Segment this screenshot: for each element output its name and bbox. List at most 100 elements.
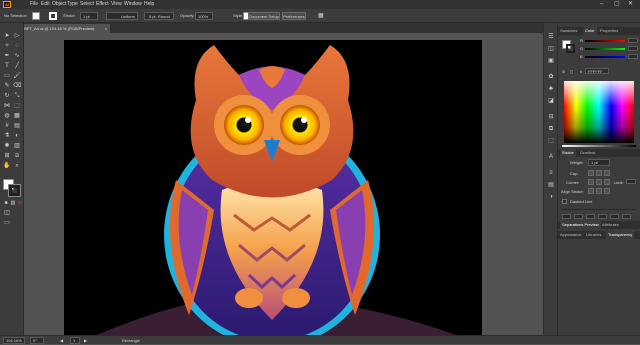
rectangle-tool-icon[interactable]: ▭ — [3, 72, 11, 80]
brush-definition[interactable]: 5 pt. Round — [144, 12, 174, 20]
stroke-color-box[interactable] — [8, 184, 21, 197]
artboard[interactable] — [64, 40, 482, 336]
eraser-tool-icon[interactable]: ⌫ — [13, 82, 21, 90]
dashed-line-checkbox[interactable] — [562, 199, 567, 204]
web-safe-icon[interactable]: ◻ — [570, 69, 573, 74]
none-mode-icon[interactable]: ⊘ — [16, 199, 24, 207]
menu-edit[interactable]: Edit — [41, 0, 50, 9]
color-spectrum[interactable] — [564, 81, 634, 143]
color-panel-stroke[interactable] — [566, 44, 575, 53]
free-transform-tool-icon[interactable]: ⬚ — [13, 102, 21, 110]
tab-gradient[interactable]: Gradient — [580, 149, 595, 157]
magic-wand-tool-icon[interactable]: ✧ — [3, 42, 11, 50]
align-icon[interactable]: ⊟ — [547, 113, 555, 121]
zoom-tool-icon[interactable]: ⌕ — [13, 162, 21, 170]
symbol-sprayer-tool-icon[interactable]: ✺ — [3, 142, 11, 150]
gap-field[interactable] — [598, 214, 607, 219]
grayscale-ramp[interactable] — [562, 145, 636, 147]
tab-attributes[interactable]: Attributes — [602, 221, 619, 229]
preferences-button[interactable]: Preferences — [282, 12, 306, 20]
slice-tool-icon[interactable]: ⧄ — [13, 152, 21, 160]
round-cap-button[interactable] — [596, 170, 602, 176]
stroke-icon[interactable]: ≡ — [547, 169, 555, 177]
stroke-weight-field[interactable]: 1 pt — [80, 12, 98, 20]
butt-cap-button[interactable] — [588, 170, 594, 176]
width-tool-icon[interactable]: ⋈ — [3, 102, 11, 110]
column-graph-tool-icon[interactable]: ▥ — [13, 142, 21, 150]
close-tab-icon[interactable]: × — [105, 24, 107, 33]
type-tool-icon[interactable]: T — [3, 62, 11, 70]
gap-field[interactable] — [622, 214, 631, 219]
menu-window[interactable]: Window — [124, 0, 142, 9]
g-value-field[interactable] — [628, 46, 638, 51]
b-slider[interactable] — [585, 56, 625, 58]
hex-field[interactable]: FFFFFF — [585, 68, 609, 74]
tab-color[interactable]: Color — [583, 27, 597, 35]
menu-object[interactable]: Object — [52, 0, 66, 9]
minimize-icon[interactable]: – — [600, 0, 603, 9]
tab-libraries[interactable]: Libraries — [586, 231, 601, 239]
lasso-tool-icon[interactable]: ◌ — [13, 42, 21, 50]
align-outside-button[interactable] — [604, 188, 610, 194]
align-inside-button[interactable] — [596, 188, 602, 194]
gap-field[interactable] — [574, 214, 583, 219]
tab-stroke[interactable]: Stroke — [560, 149, 576, 157]
align-center-button[interactable] — [588, 188, 594, 194]
pen-tool-icon[interactable]: ✒ — [3, 52, 11, 60]
screen-mode-icon[interactable]: ▭ — [3, 219, 11, 227]
dash-field[interactable] — [562, 214, 571, 219]
gradient-icon[interactable]: ▤ — [547, 181, 555, 189]
menu-effect[interactable]: Effect — [96, 0, 109, 9]
arrange-documents-icon[interactable]: ▦ — [318, 12, 324, 20]
menu-select[interactable]: Select — [80, 0, 94, 9]
menu-file[interactable]: File — [30, 0, 38, 9]
transparency-icon[interactable]: ◑ — [547, 193, 555, 201]
drawing-mode-icon[interactable]: ◫ — [3, 209, 11, 217]
graphic-styles-icon[interactable]: ◪ — [547, 97, 555, 105]
tab-transparency[interactable]: Transparency — [606, 231, 635, 239]
brushes-icon[interactable]: ✿ — [547, 73, 555, 81]
artboard-number-field[interactable]: 1 — [70, 337, 80, 344]
tab-properties[interactable]: Properties — [600, 27, 618, 35]
libraries-icon[interactable]: ▣ — [547, 57, 555, 65]
r-value-field[interactable] — [628, 38, 638, 43]
weight-field[interactable]: 1 pt — [588, 159, 610, 166]
mesh-tool-icon[interactable]: # — [3, 122, 11, 130]
direct-selection-tool-icon[interactable]: ▷ — [13, 32, 21, 40]
menu-help[interactable]: Help — [144, 0, 154, 9]
paintbrush-tool-icon[interactable]: 🖌 — [13, 72, 21, 80]
shape-builder-tool-icon[interactable]: ◍ — [3, 112, 11, 120]
tab-swatches[interactable]: Swatches — [560, 27, 577, 35]
properties-icon[interactable]: ☰ — [547, 33, 555, 41]
out-of-gamut-icon[interactable]: ⊘ — [562, 69, 565, 74]
document-setup-button[interactable]: Document Setup — [248, 12, 280, 20]
tab-separations-preview[interactable]: Separations Preview — [560, 221, 601, 229]
miter-join-button[interactable] — [588, 179, 594, 185]
perspective-grid-tool-icon[interactable]: ▦ — [13, 112, 21, 120]
scale-tool-icon[interactable]: ⤡ — [13, 92, 21, 100]
menu-type[interactable]: Type — [67, 0, 78, 9]
dash-field[interactable] — [586, 214, 595, 219]
close-window-icon[interactable]: ✕ — [628, 0, 633, 9]
hand-tool-icon[interactable]: ✋ — [3, 162, 11, 170]
variable-width-profile[interactable]: Uniform — [106, 12, 138, 20]
artboard-tool-icon[interactable]: ⊞ — [3, 152, 11, 160]
curvature-tool-icon[interactable]: ∿ — [13, 52, 21, 60]
blend-tool-icon[interactable]: ◐ — [13, 132, 21, 140]
fill-swatch[interactable] — [32, 12, 40, 20]
b-value-field[interactable] — [628, 54, 638, 59]
document-tab[interactable]: NFT_Art.ai @ 104.16 % (RGB/Preview) × — [20, 24, 110, 33]
g-slider[interactable] — [585, 48, 625, 50]
eyedropper-tool-icon[interactable]: ⚗ — [3, 132, 11, 140]
layers-icon[interactable]: ◫ — [547, 45, 555, 53]
character-icon[interactable]: A — [547, 153, 555, 161]
rotate-tool-icon[interactable]: ↻ — [3, 92, 11, 100]
dash-field[interactable] — [610, 214, 619, 219]
maximize-icon[interactable]: ▢ — [614, 0, 620, 9]
rotation-field[interactable]: 0° — [30, 337, 44, 344]
limit-field[interactable] — [626, 179, 636, 184]
stroke-swatch[interactable] — [49, 12, 57, 20]
menu-view[interactable]: View — [111, 0, 122, 9]
r-slider[interactable] — [585, 40, 625, 42]
pathfinder-icon[interactable]: ⧉ — [547, 125, 555, 133]
